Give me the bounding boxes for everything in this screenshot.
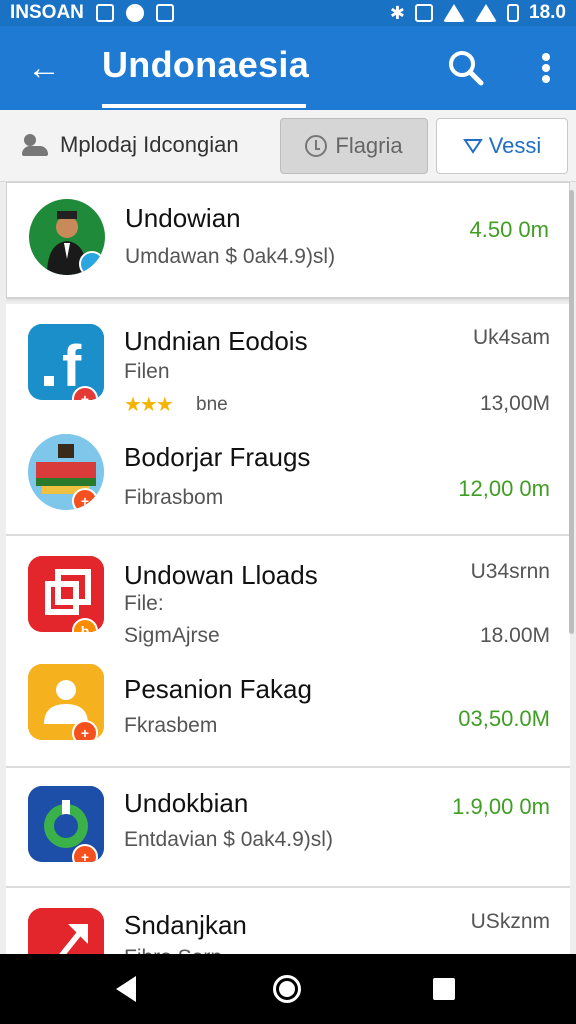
app-version: USkznm	[470, 910, 550, 933]
app-subtitle: Filen	[124, 360, 170, 383]
app-size: 1.9,00 0m	[452, 794, 550, 819]
android-icon	[125, 4, 144, 22]
app-list: Undowian Umdawan $ 0ak4.9)sl) 4.50 0m f …	[6, 182, 570, 954]
vessi-label: Vessi	[488, 133, 542, 158]
app-size: 12,00 0m	[458, 476, 550, 501]
vibrate-icon	[415, 4, 434, 22]
scrollbar[interactable]	[569, 190, 574, 634]
flagria-label: Flagria	[335, 133, 403, 158]
people-filter[interactable]: Mplodaj Idcongian	[22, 120, 239, 170]
photo-icon	[95, 4, 114, 22]
sim-icon	[155, 4, 174, 22]
status-carrier-text: INSOAN	[10, 2, 84, 23]
app-subtitle: Entdavian $ 0ak4.9)sl)	[124, 828, 333, 851]
profile-app-icon: +	[28, 664, 104, 740]
list-item[interactable]: + Undokbian Entdavian $ 0ak4.9)sl) 1.9,0…	[6, 768, 570, 888]
arrow-app-icon	[28, 908, 104, 954]
status-time: 18.0	[529, 2, 566, 23]
app-name: Undowian	[125, 203, 241, 233]
app-subtitle-2: SigmAjrse	[124, 624, 220, 647]
triangle-down-icon	[462, 139, 483, 154]
app-name: Undowan Lloads	[124, 560, 318, 590]
list-item[interactable]: Undowian Umdawan $ 0ak4.9)sl) 4.50 0m	[6, 182, 570, 298]
signal-icon	[475, 4, 498, 22]
list-item[interactable]: Sndanjkan Fibro Sern USkznm	[6, 888, 570, 954]
list-item[interactable]: + Bodorjar Fraugs Fibrasbom 12,00 0m	[6, 420, 570, 536]
flagria-filter-button[interactable]: Flagria	[280, 118, 428, 174]
battery-icon	[507, 4, 520, 22]
bluetooth-icon: ✱	[389, 2, 406, 23]
rating-label: bne	[196, 394, 228, 415]
app-name: Sndanjkan	[124, 910, 247, 940]
title-underline	[102, 104, 306, 108]
app-size: 18.00M	[479, 624, 550, 647]
avatar-icon	[29, 199, 105, 275]
list-item[interactable]: + Pesanion Fakag Fkrasbem 03,50.0M	[6, 652, 570, 768]
nav-back-icon[interactable]	[116, 976, 136, 1002]
app-bar: ← Undonaesia	[0, 26, 576, 110]
wifi-icon	[443, 4, 466, 22]
sync-app-icon: +	[28, 786, 104, 862]
app-version: U34srnn	[470, 560, 550, 583]
downloader-app-icon: b	[28, 556, 104, 632]
app-name: Pesanion Fakag	[124, 674, 312, 704]
app-size: 03,50.0M	[458, 706, 550, 731]
app-size: 13,00M	[479, 392, 550, 415]
boat-app-icon: +	[28, 434, 104, 510]
app-subtitle: Fibro Sern	[124, 946, 222, 954]
people-icon	[22, 134, 50, 156]
app-name: Undokbian	[124, 788, 249, 818]
page-title: Undonaesia	[102, 44, 310, 85]
app-name: Bodorjar Fraugs	[124, 442, 311, 472]
app-subtitle: Fkrasbem	[124, 714, 218, 737]
app-version: Uk4sam	[472, 326, 550, 349]
status-bar: INSOAN ✱ 18.0	[0, 0, 576, 26]
rating-stars: ★★★	[124, 394, 174, 416]
nav-recents-icon[interactable]	[433, 978, 455, 1000]
app-subtitle: Fibrasbom	[124, 486, 224, 509]
app-size: 4.50 0m	[469, 217, 550, 242]
list-group: b Undowan Lloads File: SigmAjrse U34srnn…	[6, 536, 570, 768]
people-filter-label: Mplodaj Idcongian	[60, 132, 239, 157]
app-name: Undnian Eodois	[124, 326, 308, 356]
facebook-app-icon: f +	[28, 324, 104, 400]
vessi-filter-button[interactable]: Vessi	[436, 118, 568, 174]
clock-icon	[305, 135, 328, 157]
list-group: f + Undnian Eodois Filen ★★★ bne Uk4sam …	[6, 304, 570, 536]
list-item[interactable]: b Undowan Lloads File: SigmAjrse U34srnn…	[6, 536, 570, 652]
app-subtitle: Umdawan $ 0ak4.9)sl)	[125, 245, 336, 268]
more-vert-icon[interactable]	[528, 46, 564, 90]
search-icon[interactable]	[444, 46, 488, 90]
app-subtitle: File:	[124, 592, 164, 615]
system-nav-bar	[0, 954, 576, 1024]
arrow-left-icon[interactable]: ←	[22, 46, 66, 90]
filter-bar: Mplodaj Idcongian Flagria Vessi	[0, 110, 576, 182]
nav-home-icon[interactable]	[273, 975, 301, 1003]
list-item[interactable]: f + Undnian Eodois Filen ★★★ bne Uk4sam …	[6, 304, 570, 420]
